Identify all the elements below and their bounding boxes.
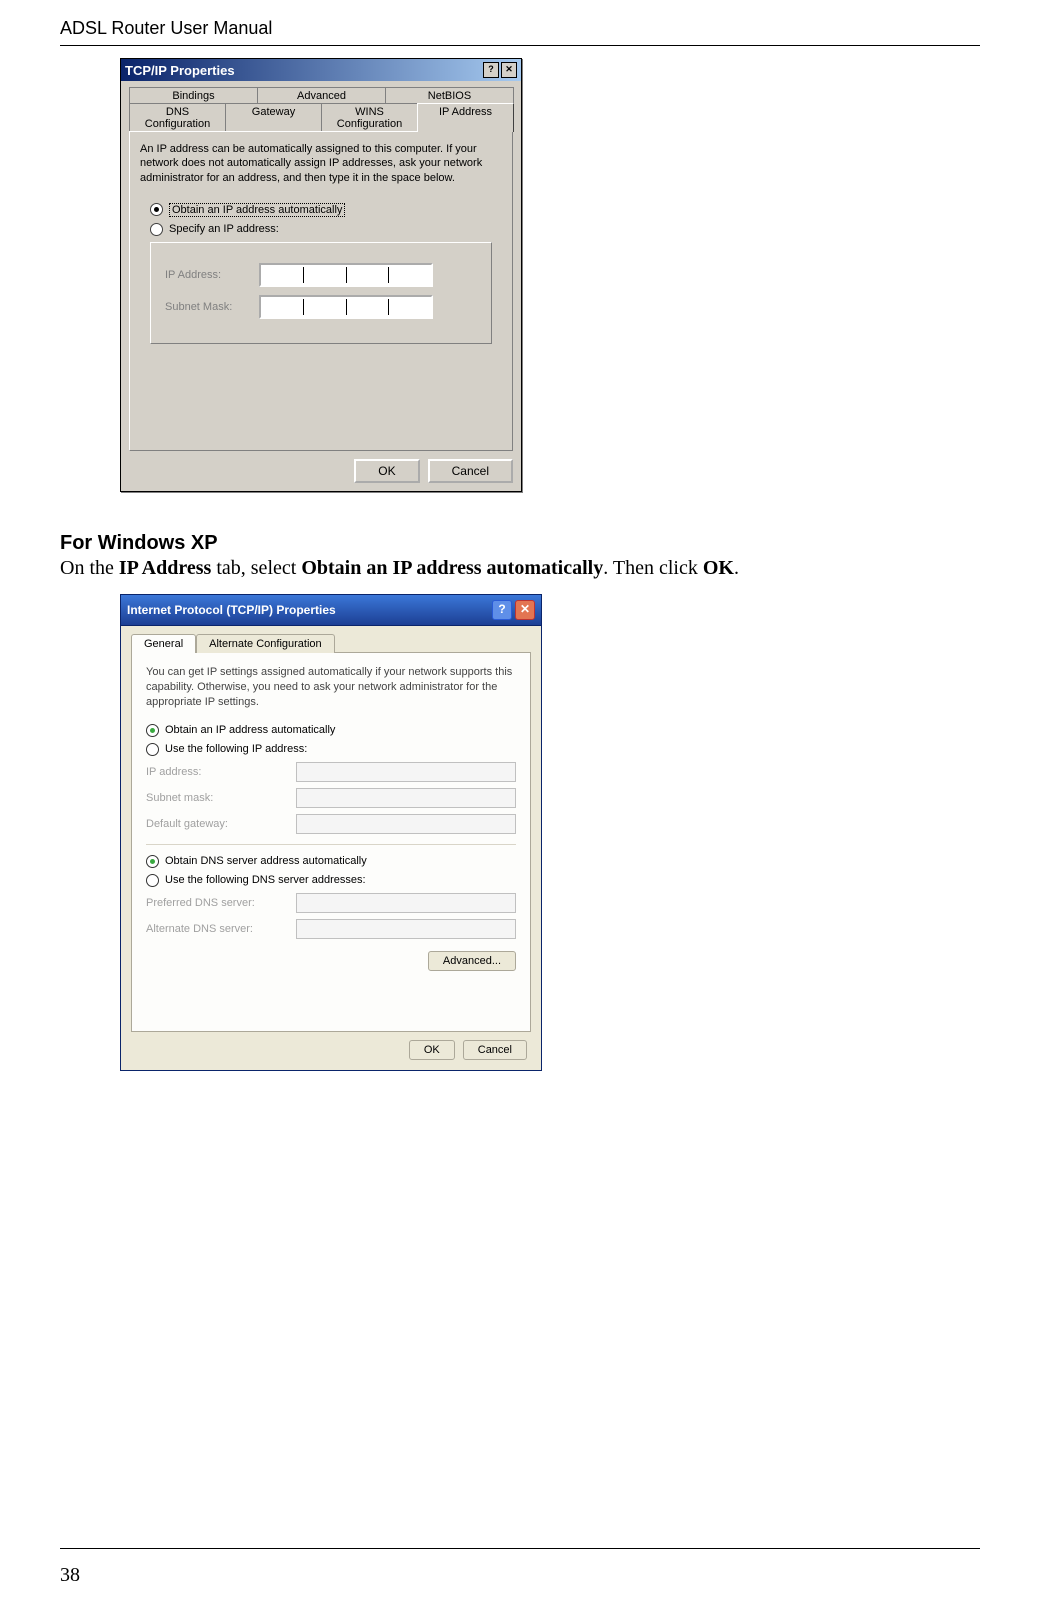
header-rule: [60, 45, 980, 46]
subnet-mask-label: Subnet mask:: [146, 792, 286, 804]
tab-alternate-config[interactable]: Alternate Configuration: [196, 634, 335, 653]
close-icon[interactable]: ✕: [515, 600, 535, 620]
winxp-titlebar: Internet Protocol (TCP/IP) Properties ? …: [121, 595, 541, 626]
page-header: ADSL Router User Manual: [60, 0, 980, 45]
ip-address-label: IP Address:: [165, 269, 245, 281]
radio-specify-ip-label: Specify an IP address:: [169, 223, 279, 235]
win98-titlebar: TCP/IP Properties ? ✕: [121, 59, 521, 81]
radio-specify-ip[interactable]: Specify an IP address:: [150, 223, 502, 236]
body-paragraph: On the IP Address tab, select Obtain an …: [60, 557, 980, 580]
separator: [146, 844, 516, 845]
radio-dot-icon: [146, 874, 159, 887]
ip-address-label: IP address:: [146, 766, 286, 778]
win98-tcpip-dialog: TCP/IP Properties ? ✕ Bindings Advanced …: [120, 58, 522, 492]
radio-ip-auto-label: Obtain an IP address automatically: [165, 724, 335, 736]
default-gateway-label: Default gateway:: [146, 818, 286, 830]
help-icon[interactable]: ?: [483, 62, 499, 78]
preferred-dns-field[interactable]: [296, 893, 516, 913]
radio-ip-manual-label: Use the following IP address:: [165, 743, 307, 755]
win98-tab-panel: An IP address can be automatically assig…: [129, 131, 513, 451]
subnet-mask-field[interactable]: [259, 295, 433, 319]
radio-dns-manual[interactable]: Use the following DNS server addresses:: [146, 874, 516, 887]
tab-wins-config[interactable]: WINS Configuration: [321, 103, 418, 132]
page-number: 38: [60, 1564, 80, 1587]
ip-address-field[interactable]: [259, 263, 433, 287]
close-icon[interactable]: ✕: [501, 62, 517, 78]
advanced-button[interactable]: Advanced...: [428, 951, 516, 971]
radio-dot-icon: [146, 724, 159, 737]
tab-dns-config[interactable]: DNS Configuration: [129, 103, 226, 132]
radio-dns-manual-label: Use the following DNS server addresses:: [165, 874, 366, 886]
radio-dot-icon: [146, 855, 159, 868]
ok-button[interactable]: OK: [409, 1040, 455, 1060]
radio-ip-manual[interactable]: Use the following IP address:: [146, 743, 516, 756]
tab-netbios[interactable]: NetBIOS: [385, 87, 514, 104]
ok-button[interactable]: OK: [354, 459, 419, 483]
tab-gateway[interactable]: Gateway: [225, 103, 322, 132]
radio-dot-icon: [146, 743, 159, 756]
alternate-dns-label: Alternate DNS server:: [146, 923, 286, 935]
subnet-mask-field[interactable]: [296, 788, 516, 808]
winxp-tcpip-dialog: Internet Protocol (TCP/IP) Properties ? …: [120, 594, 542, 1071]
radio-ip-auto[interactable]: Obtain an IP address automatically: [146, 724, 516, 737]
help-icon[interactable]: ?: [492, 600, 512, 620]
radio-dot-icon: [150, 223, 163, 236]
ip-address-field[interactable]: [296, 762, 516, 782]
winxp-tab-panel: You can get IP settings assigned automat…: [131, 652, 531, 1032]
tab-advanced[interactable]: Advanced: [257, 87, 386, 104]
radio-dns-auto-label: Obtain DNS server address automatically: [165, 855, 367, 867]
subnet-mask-label: Subnet Mask:: [165, 301, 245, 313]
radio-obtain-auto[interactable]: Obtain an IP address automatically: [150, 203, 502, 217]
section-heading: For Windows XP: [60, 532, 980, 555]
cancel-button[interactable]: Cancel: [463, 1040, 527, 1060]
footer-rule: [60, 1548, 980, 1549]
preferred-dns-label: Preferred DNS server:: [146, 897, 286, 909]
win98-description: An IP address can be automatically assig…: [140, 142, 502, 185]
radio-dns-auto[interactable]: Obtain DNS server address automatically: [146, 855, 516, 868]
cancel-button[interactable]: Cancel: [428, 459, 513, 483]
alternate-dns-field[interactable]: [296, 919, 516, 939]
tab-general[interactable]: General: [131, 634, 196, 653]
winxp-description: You can get IP settings assigned automat…: [146, 665, 516, 710]
radio-obtain-auto-label: Obtain an IP address automatically: [169, 203, 345, 217]
win98-ip-groupbox: IP Address: Subnet Mask:: [150, 242, 492, 344]
winxp-title: Internet Protocol (TCP/IP) Properties: [127, 603, 336, 617]
tab-ip-address[interactable]: IP Address: [417, 103, 514, 132]
tab-bindings[interactable]: Bindings: [129, 87, 258, 104]
win98-title: TCP/IP Properties: [125, 63, 235, 78]
default-gateway-field[interactable]: [296, 814, 516, 834]
radio-dot-icon: [150, 203, 163, 216]
